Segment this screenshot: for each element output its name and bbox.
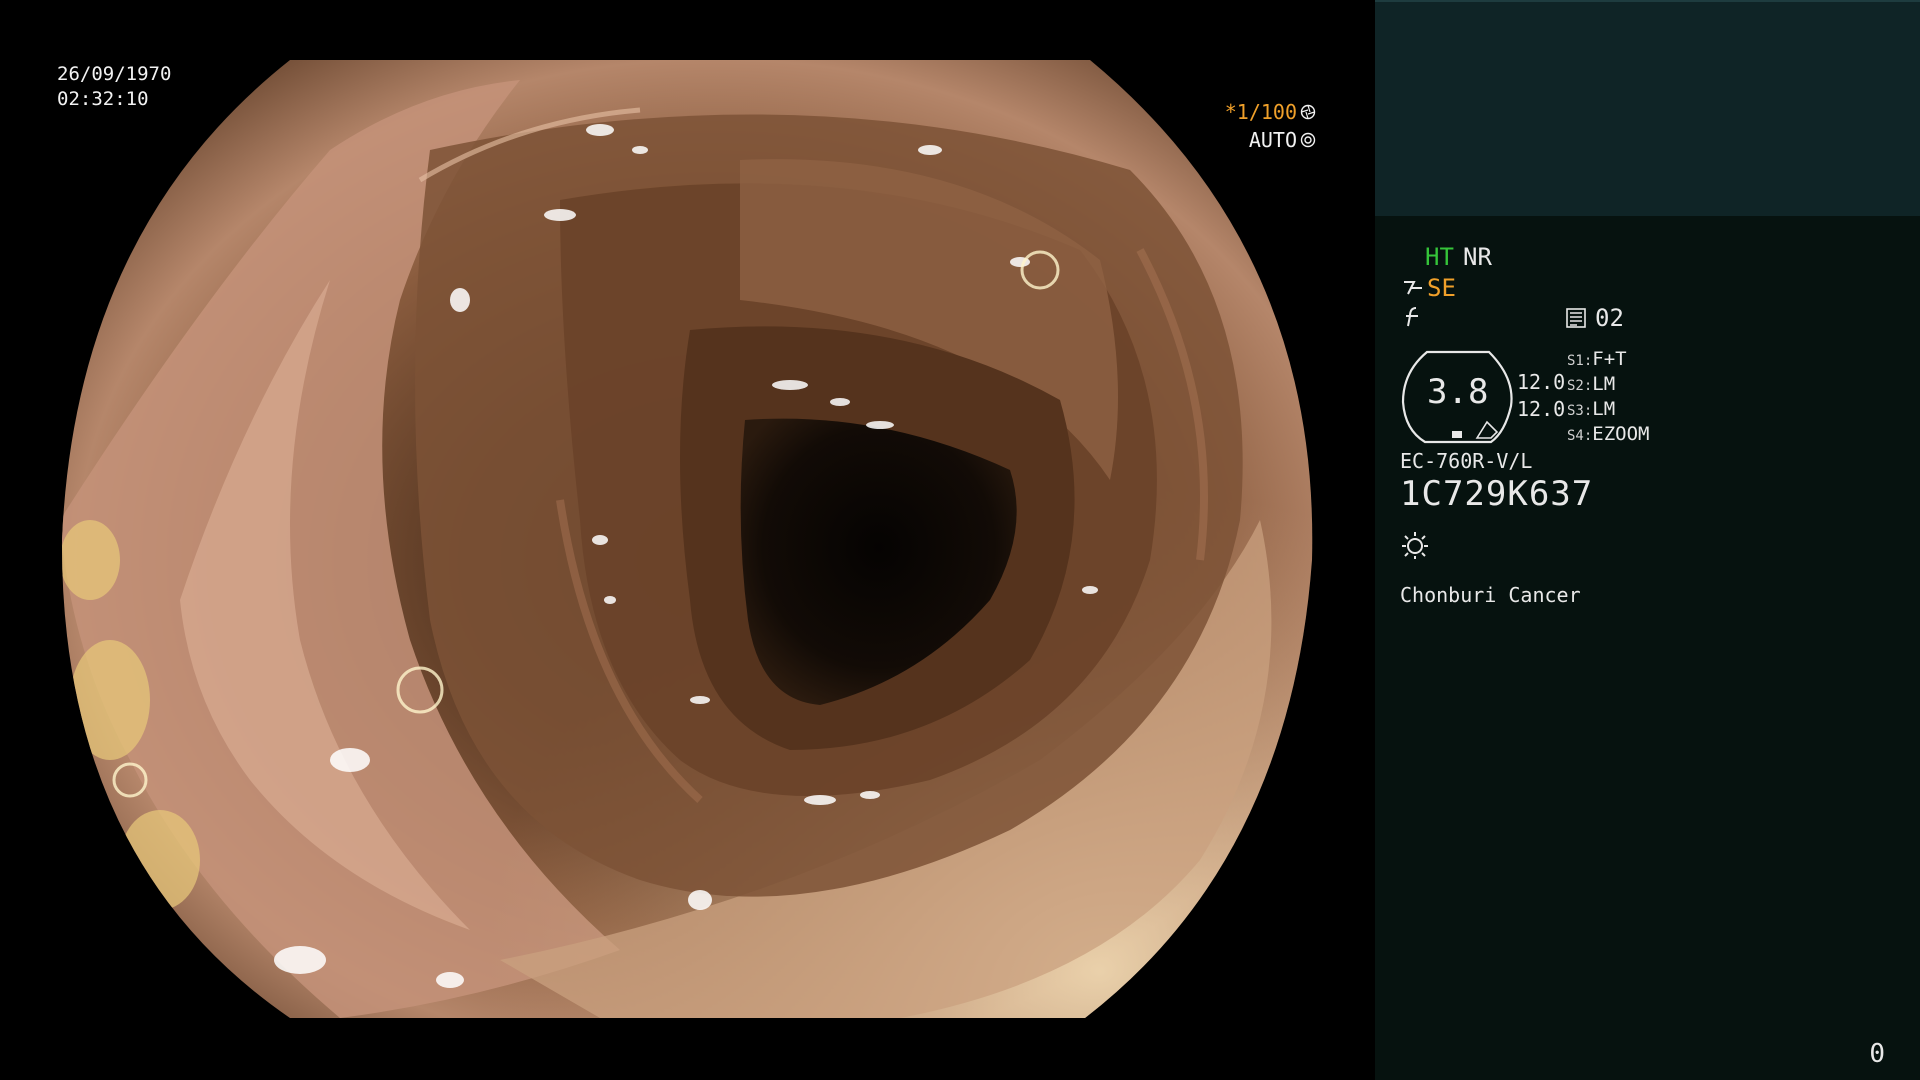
switch-key: S4: <box>1567 428 1593 444</box>
panel-divider <box>1375 0 1920 2</box>
switch-value: LM <box>1592 373 1616 395</box>
endoscopic-view: 26/09/1970 02:32:10 *1/100 AUTO <box>0 0 1375 1080</box>
light-source-icon <box>1402 532 1428 559</box>
switch-assignment-s2: S2:LM <box>1567 373 1615 395</box>
structure-enhance-icon <box>1404 281 1422 295</box>
image-counter: 0 <box>1869 1039 1885 1069</box>
switch-value: F+T <box>1592 348 1627 370</box>
exam-time: 02:32:10 <box>57 88 149 110</box>
shutter-speed-value: *1/100 <box>1224 100 1297 124</box>
scope-serial-number: 1C729K637 <box>1400 474 1594 514</box>
se-indicator: SE <box>1427 274 1456 302</box>
gauge-setting-2: 12.0 <box>1517 397 1566 421</box>
switch-assignment-s3: S3:LM <box>1567 398 1615 420</box>
exam-date: 26/09/1970 <box>57 63 172 85</box>
gauge-setting-1: 12.0 <box>1517 370 1566 394</box>
ht-indicator: HT <box>1425 243 1454 271</box>
switch-value: LM <box>1592 398 1616 420</box>
switch-assignment-s4: S4:EZOOM <box>1567 423 1650 445</box>
iris-mode-readout: AUTO <box>1249 128 1316 152</box>
switch-key: S2: <box>1567 378 1593 394</box>
memory-card-icon <box>1566 308 1586 328</box>
switch-assignment-s1: S1:F+T <box>1567 348 1627 370</box>
shutter-speed-readout: *1/100 <box>1225 100 1316 124</box>
scope-model: EC-760R-V/L <box>1400 449 1533 473</box>
nr-indicator: NR <box>1463 243 1492 271</box>
institution-name: Chonburi Cancer <box>1400 583 1581 607</box>
memory-value: 02 <box>1595 304 1624 332</box>
switch-key: S3: <box>1567 403 1593 419</box>
gauge-value: 3.8 <box>1427 372 1489 412</box>
switch-key: S1: <box>1567 353 1593 369</box>
aperture-icon <box>1300 104 1316 120</box>
iris-icon <box>1300 132 1316 148</box>
freeze-icon <box>1406 307 1418 327</box>
iris-mode-value: AUTO <box>1248 128 1297 152</box>
info-panel: HT NR SE 02 3.8 12.0 12.0 S1:F+T S2:LM S… <box>1375 0 1920 1080</box>
colon-lumen-image <box>61 60 1313 1018</box>
patient-info-area <box>1375 0 1920 216</box>
switch-value: EZOOM <box>1592 423 1650 445</box>
endoscopy-monitor: 26/09/1970 02:32:10 *1/100 AUTO HT NR SE <box>0 0 1920 1080</box>
